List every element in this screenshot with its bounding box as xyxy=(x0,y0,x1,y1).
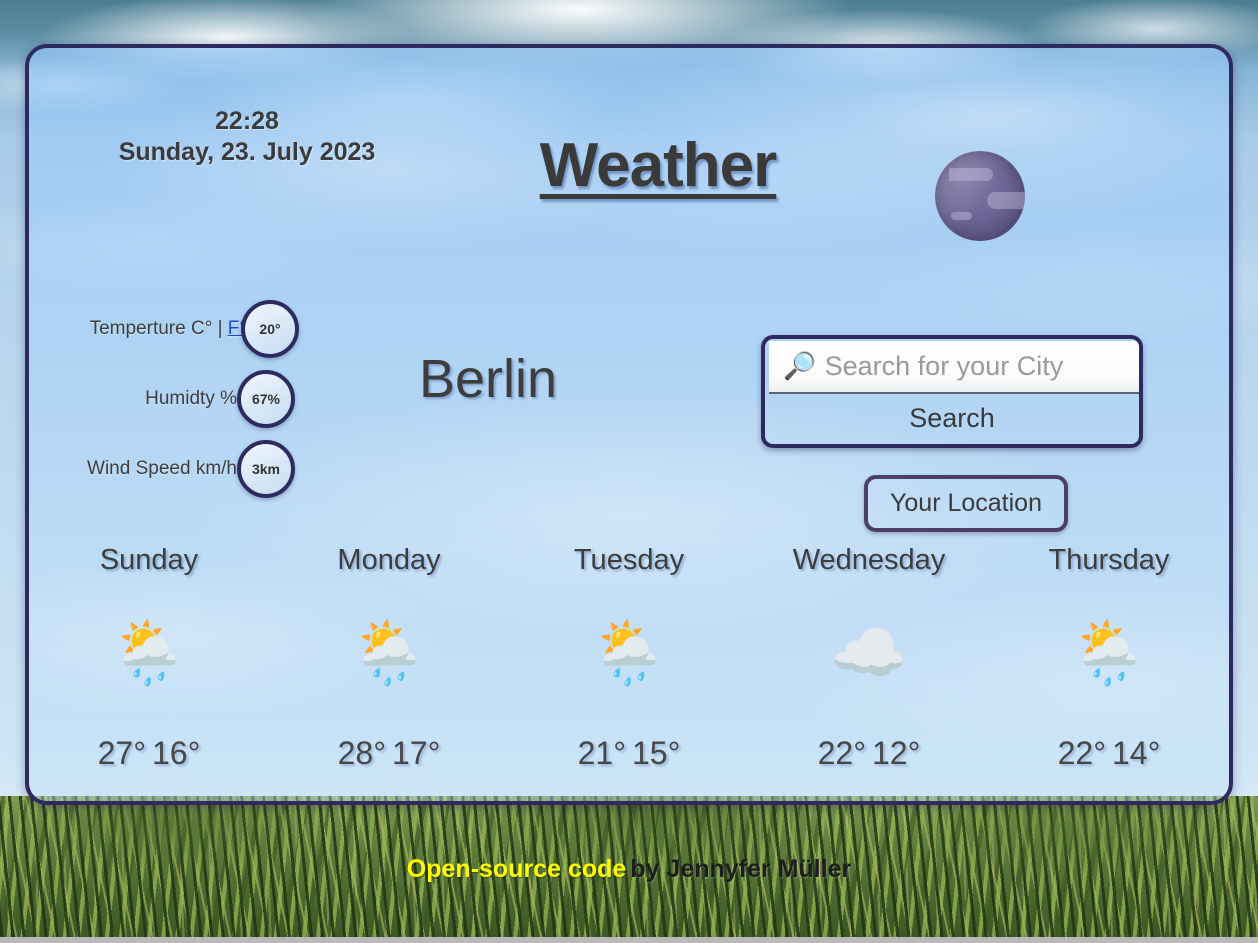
planet-globe-icon xyxy=(935,151,1025,241)
temp-low: 15° xyxy=(632,735,681,771)
weather-card: 22:28 Sunday, 23. July 2023 Weather Temp… xyxy=(25,44,1233,805)
day-label: Thursday xyxy=(1048,544,1170,576)
search-field-wrapper[interactable]: 🔍 xyxy=(769,341,1139,394)
sun-behind-rain-cloud-icon: 🌦️ xyxy=(1070,619,1148,688)
city-name: Berlin xyxy=(419,349,558,409)
temperature-value: 20° xyxy=(241,300,299,358)
temp-high: 28° xyxy=(337,735,386,771)
day-temperatures: 22° 12° xyxy=(749,735,989,772)
humidity-value: 67% xyxy=(237,370,295,428)
sun-behind-rain-cloud-icon: 🌦️ xyxy=(590,619,668,688)
day-label: Sunday xyxy=(99,544,199,576)
datetime-block: 22:28 Sunday, 23. July 2023 xyxy=(29,106,465,168)
open-source-code-link[interactable]: Open-source code xyxy=(407,855,627,883)
wind-speed-value: 3km xyxy=(237,440,295,498)
temp-low: 16° xyxy=(152,735,201,771)
temp-low: 12° xyxy=(872,735,921,771)
forecast-day-sunday: Sunday 🌦️ 27° 16° xyxy=(29,544,269,772)
globe-band-middle xyxy=(987,192,1025,209)
globe-band-bottom xyxy=(951,212,972,220)
current-date: Sunday, 23. July 2023 xyxy=(118,138,376,166)
temp-high: 22° xyxy=(817,735,866,771)
current-time: 22:28 xyxy=(215,107,279,135)
globe-band-top xyxy=(949,168,993,181)
wind-speed-label: Wind Speed km/h xyxy=(87,458,237,479)
temp-low: 17° xyxy=(392,735,441,771)
temp-high: 21° xyxy=(577,735,626,771)
metric-row-temperature: Temperture C° | F° 20° xyxy=(29,300,329,358)
temp-high: 22° xyxy=(1057,735,1106,771)
magnifying-glass-icon: 🔍 xyxy=(783,351,817,381)
forecast-day-thursday: Thursday 🌦️ 22° 14° xyxy=(989,544,1229,772)
sun-behind-rain-cloud-icon: 🌦️ xyxy=(350,619,428,688)
day-label: Tuesday xyxy=(573,544,685,576)
bottom-edge-strip xyxy=(0,937,1258,943)
temperature-label-text: Temperture C° | xyxy=(89,318,228,339)
forecast-day-monday: Monday 🌦️ 28° 17° xyxy=(269,544,509,772)
temp-low: 14° xyxy=(1112,735,1161,771)
forecast-row: Sunday 🌦️ 27° 16° Monday 🌦️ 28° 17° Tuesda… xyxy=(29,544,1229,772)
metric-row-humidity: Humidty % 67% xyxy=(29,370,329,428)
your-location-button[interactable]: Your Location xyxy=(864,475,1068,532)
sun-behind-rain-cloud-icon: 🌦️ xyxy=(110,619,188,688)
search-panel: 🔍 Search xyxy=(761,335,1143,448)
footer: Open-source code by Jennyfer Müller xyxy=(0,855,1258,884)
page-title: Weather xyxy=(539,131,778,200)
forecast-day-wednesday: Wednesday ☁️ 22° 12° xyxy=(749,544,989,772)
day-label: Wednesday xyxy=(792,544,946,576)
day-label: Monday xyxy=(337,544,441,576)
temp-high: 27° xyxy=(97,735,146,771)
day-temperatures: 22° 14° xyxy=(989,735,1229,772)
metrics-panel: Temperture C° | F° 20° Humidty % 67% Win… xyxy=(29,300,329,510)
cloud-icon: ☁️ xyxy=(830,619,908,688)
day-temperatures: 27° 16° xyxy=(29,735,269,772)
forecast-day-tuesday: Tuesday 🌦️ 21° 15° xyxy=(509,544,749,772)
author-credit: by Jennyfer Müller xyxy=(630,855,852,883)
search-button[interactable]: Search xyxy=(765,392,1139,444)
humidity-label: Humidty % xyxy=(145,388,237,409)
day-temperatures: 21° 15° xyxy=(509,735,749,772)
metric-row-wind-speed: Wind Speed km/h 3km xyxy=(29,440,329,498)
search-input[interactable] xyxy=(824,351,1139,382)
temperature-label: Temperture C° | F° xyxy=(90,318,247,340)
day-temperatures: 28° 17° xyxy=(269,735,509,772)
